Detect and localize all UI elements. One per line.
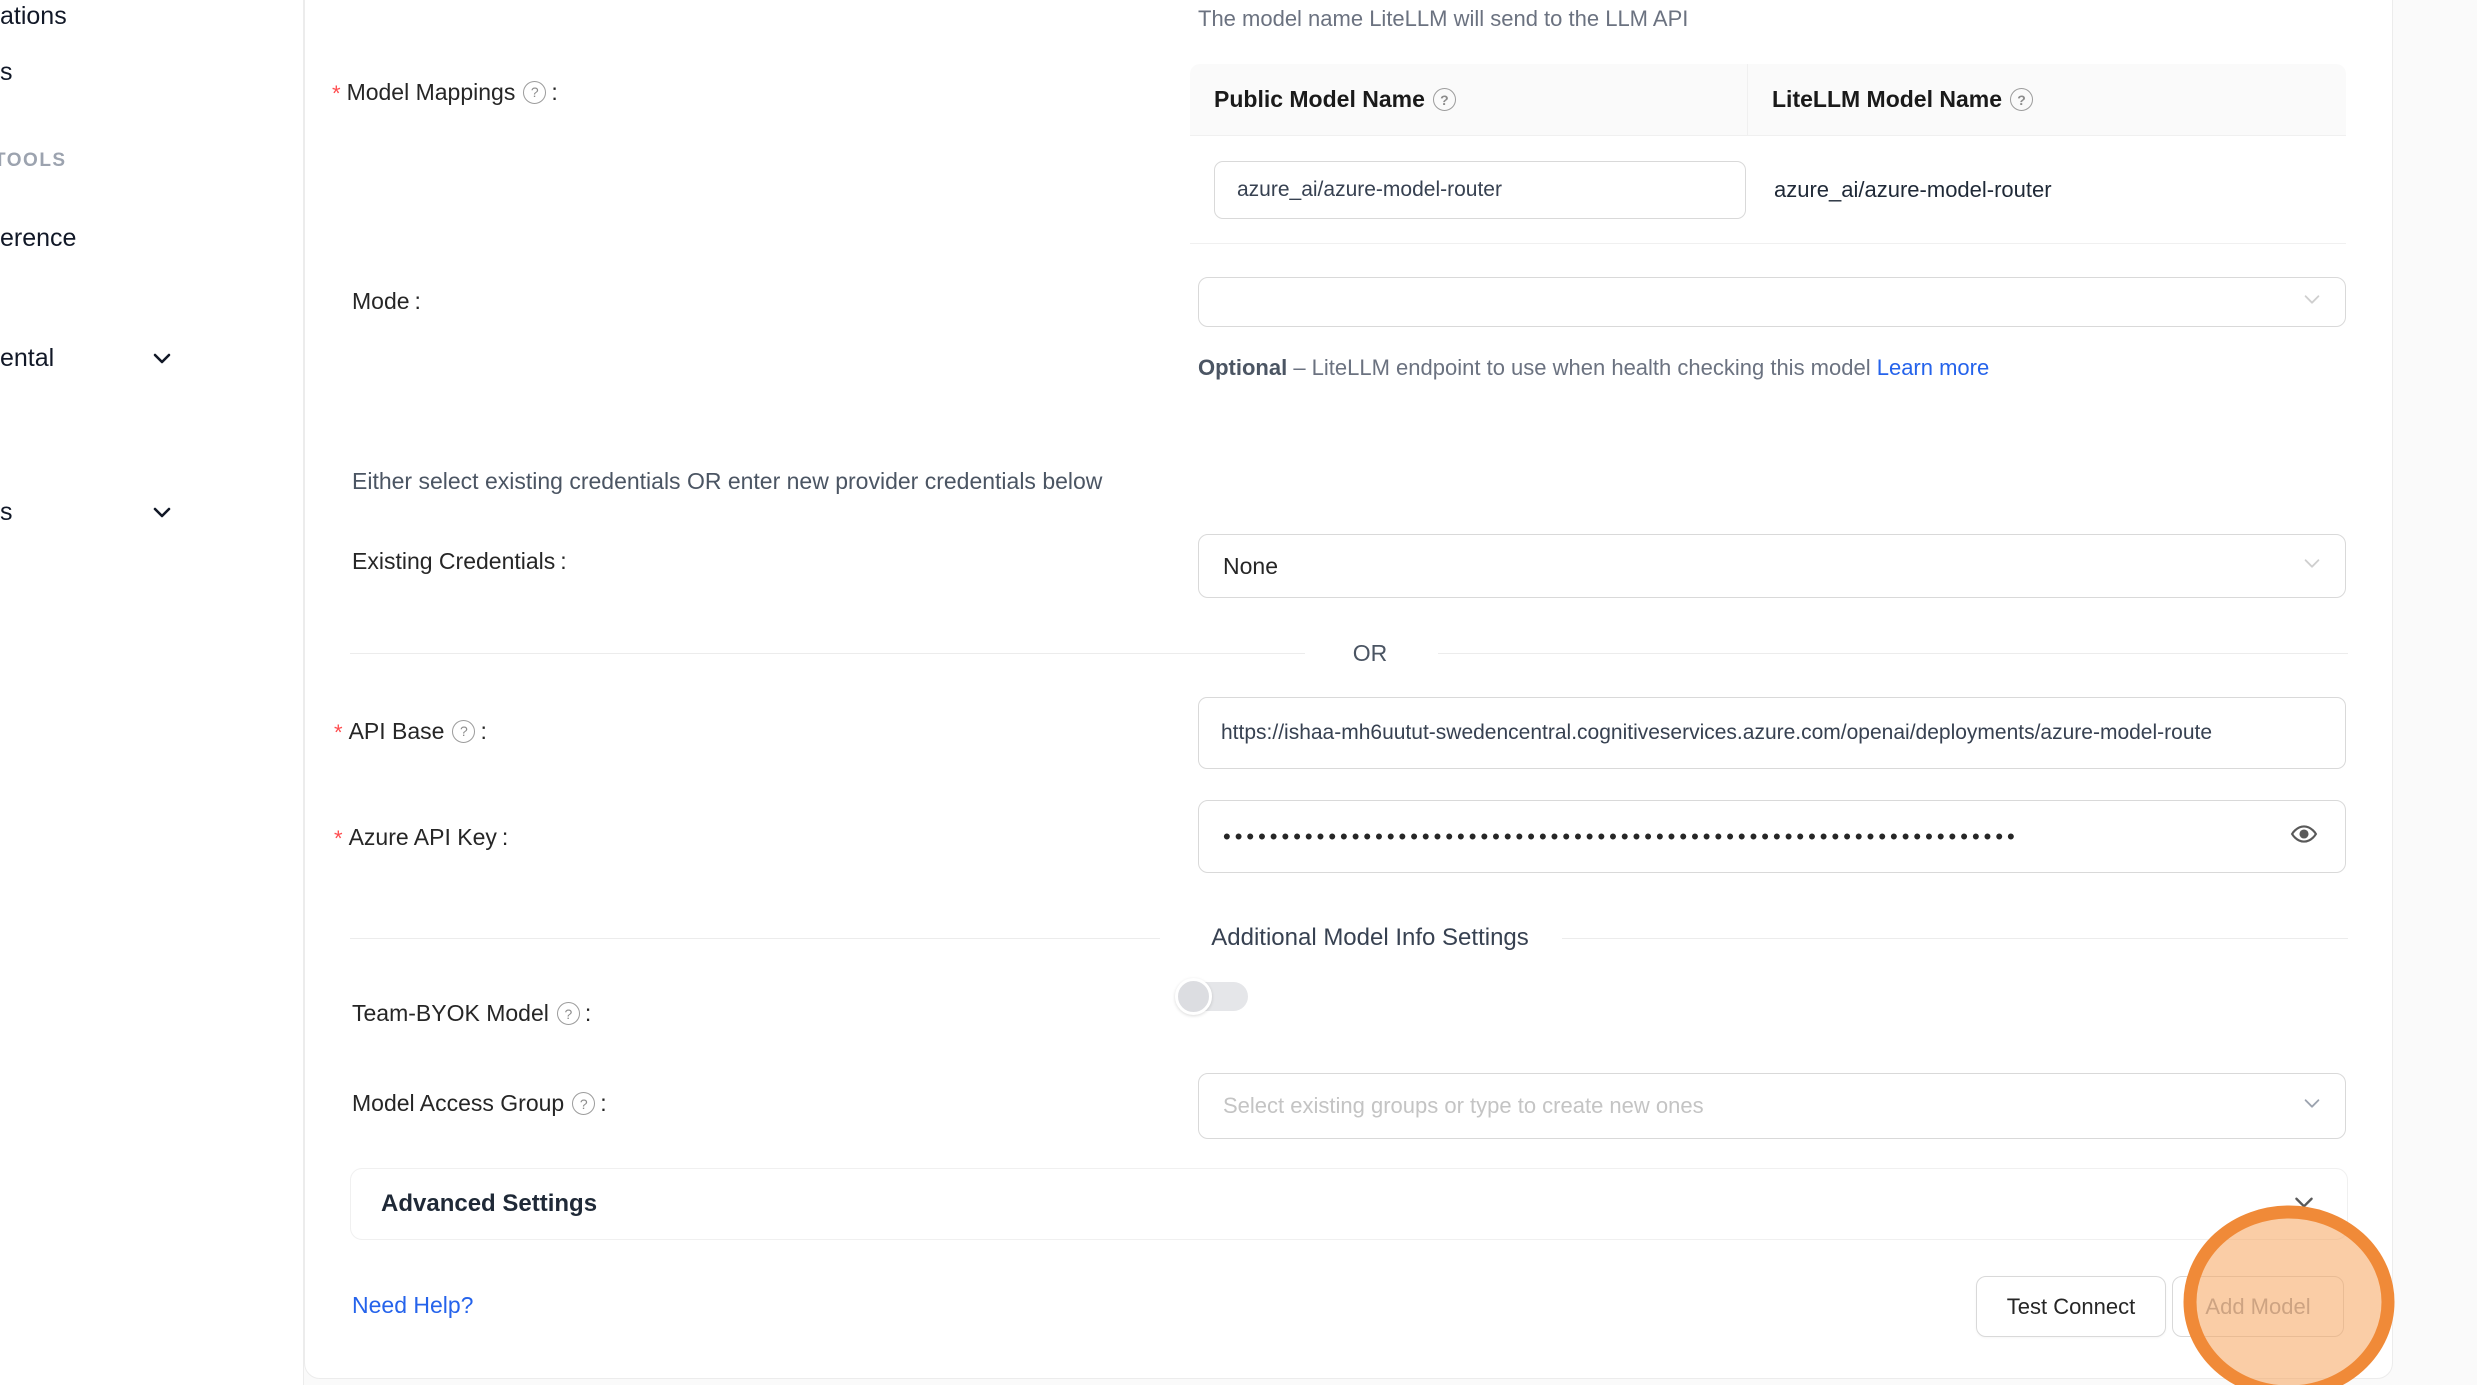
or-divider-text: OR <box>1335 640 1406 667</box>
existing-credentials-value: None <box>1223 553 1278 580</box>
mode-help-bold: Optional <box>1198 355 1287 380</box>
azure-api-key-input[interactable]: ••••••••••••••••••••••••••••••••••••••••… <box>1198 800 2346 873</box>
api-base-label-text: API Base <box>349 718 445 745</box>
sidebar-item-label: s <box>0 58 13 87</box>
label-colon: : <box>585 1000 591 1027</box>
toggle-knob <box>1175 978 1212 1015</box>
sidebar-item-label: erence <box>0 224 76 253</box>
mode-help-text: Optional – LiteLLM endpoint to use when … <box>1198 348 2028 388</box>
divider-line <box>350 938 1160 939</box>
chevron-down-icon <box>150 346 174 373</box>
mode-help-body: – LiteLLM endpoint to use when health ch… <box>1287 355 1877 380</box>
model-access-group-placeholder: Select existing groups or type to create… <box>1223 1093 1704 1119</box>
required-asterisk: * <box>334 826 343 852</box>
public-model-name-header: Public Model Name ? <box>1190 64 1748 135</box>
help-question-icon[interactable]: ? <box>452 720 475 743</box>
model-access-group-label-text: Model Access Group <box>352 1090 564 1117</box>
existing-credentials-label: Existing Credentials : <box>352 548 567 575</box>
mode-select[interactable] <box>1198 277 2346 327</box>
existing-credentials-select[interactable]: None <box>1198 534 2346 598</box>
chevron-down-icon <box>2301 552 2323 580</box>
label-colon: : <box>502 824 508 851</box>
chevron-down-icon <box>2291 1189 2317 1220</box>
header-text: LiteLLM Model Name <box>1772 86 2002 113</box>
sidebar-item-truncated-s2[interactable]: s <box>0 498 303 527</box>
divider-line <box>1562 938 2348 939</box>
sidebar-item-truncated-ations[interactable]: ations <box>0 2 303 31</box>
model-mappings-label: * Model Mappings ? : <box>332 77 558 107</box>
sidebar-item-label: ations <box>0 2 67 31</box>
public-model-cell <box>1190 161 1748 219</box>
divider-line <box>1438 653 2348 654</box>
table-row: azure_ai/azure-model-router <box>1190 136 2346 244</box>
sidebar-item-label: s <box>0 498 13 527</box>
team-byok-label-text: Team-BYOK Model <box>352 1000 549 1027</box>
page: ations s TOOLS erence ental s The model … <box>0 0 2477 1385</box>
api-base-label: * API Base ? : <box>334 716 487 746</box>
label-colon: : <box>415 288 421 315</box>
model-access-group-label: Model Access Group ? : <box>352 1090 607 1117</box>
required-asterisk: * <box>332 81 341 107</box>
sidebar-section-tools: TOOLS <box>0 150 67 172</box>
sidebar: ations s TOOLS erence ental s <box>0 0 304 1385</box>
sidebar-section-label: TOOLS <box>0 150 67 171</box>
model-mappings-label-text: Model Mappings <box>347 79 516 106</box>
model-access-group-select[interactable]: Select existing groups or type to create… <box>1198 1073 2346 1139</box>
header-text: Public Model Name <box>1214 86 1425 113</box>
api-base-input[interactable] <box>1198 697 2346 769</box>
litellm-model-name-header: LiteLLM Model Name ? <box>1748 64 2346 135</box>
label-colon: : <box>551 79 557 106</box>
label-colon: : <box>560 548 566 575</box>
required-asterisk: * <box>334 720 343 746</box>
divider-line <box>350 653 1305 654</box>
sidebar-item-label: ental <box>0 344 54 373</box>
advanced-settings-title: Advanced Settings <box>381 1190 597 1218</box>
help-question-icon[interactable]: ? <box>2010 88 2033 111</box>
model-name-helper-text: The model name LiteLLM will send to the … <box>1198 6 1688 32</box>
additional-settings-divider-text: Additional Model Info Settings <box>1193 924 1547 952</box>
team-byok-label: Team-BYOK Model ? : <box>352 1000 591 1027</box>
test-connect-button[interactable]: Test Connect <box>1976 1276 2166 1337</box>
help-question-icon[interactable]: ? <box>1433 88 1456 111</box>
sidebar-item-truncated-s[interactable]: s <box>0 58 303 87</box>
litellm-model-name-value: azure_ai/azure-model-router <box>1774 177 2052 203</box>
label-colon: : <box>600 1090 606 1117</box>
advanced-settings-panel[interactable]: Advanced Settings <box>350 1168 2348 1240</box>
add-model-button[interactable]: Add Model <box>2172 1276 2344 1337</box>
learn-more-link[interactable]: Learn more <box>1877 355 1990 380</box>
eye-icon[interactable] <box>2289 821 2319 853</box>
azure-api-key-label-text: Azure API Key <box>349 824 497 851</box>
model-mappings-table: Public Model Name ? LiteLLM Model Name ?… <box>1190 64 2346 245</box>
credentials-note: Either select existing credentials OR en… <box>352 468 1102 495</box>
help-question-icon[interactable]: ? <box>523 81 546 104</box>
chevron-down-icon <box>2301 288 2323 316</box>
sidebar-item-truncated-erence[interactable]: erence <box>0 224 303 253</box>
team-byok-toggle[interactable] <box>1178 982 1248 1011</box>
chevron-down-icon <box>2301 1092 2323 1120</box>
help-question-icon[interactable]: ? <box>557 1002 580 1025</box>
mode-label: Mode : <box>352 288 421 315</box>
mode-label-text: Mode <box>352 288 410 315</box>
existing-credentials-label-text: Existing Credentials <box>352 548 555 575</box>
need-help-link[interactable]: Need Help? <box>352 1292 473 1319</box>
chevron-down-icon <box>150 500 174 527</box>
table-header-row: Public Model Name ? LiteLLM Model Name ? <box>1190 64 2346 136</box>
public-model-name-input[interactable] <box>1214 161 1746 219</box>
help-question-icon[interactable]: ? <box>572 1092 595 1115</box>
masked-api-key-value: ••••••••••••••••••••••••••••••••••••••••… <box>1223 824 2183 850</box>
label-colon: : <box>480 718 486 745</box>
azure-api-key-label: * Azure API Key : <box>334 822 508 852</box>
sidebar-item-truncated-ental[interactable]: ental <box>0 344 303 373</box>
